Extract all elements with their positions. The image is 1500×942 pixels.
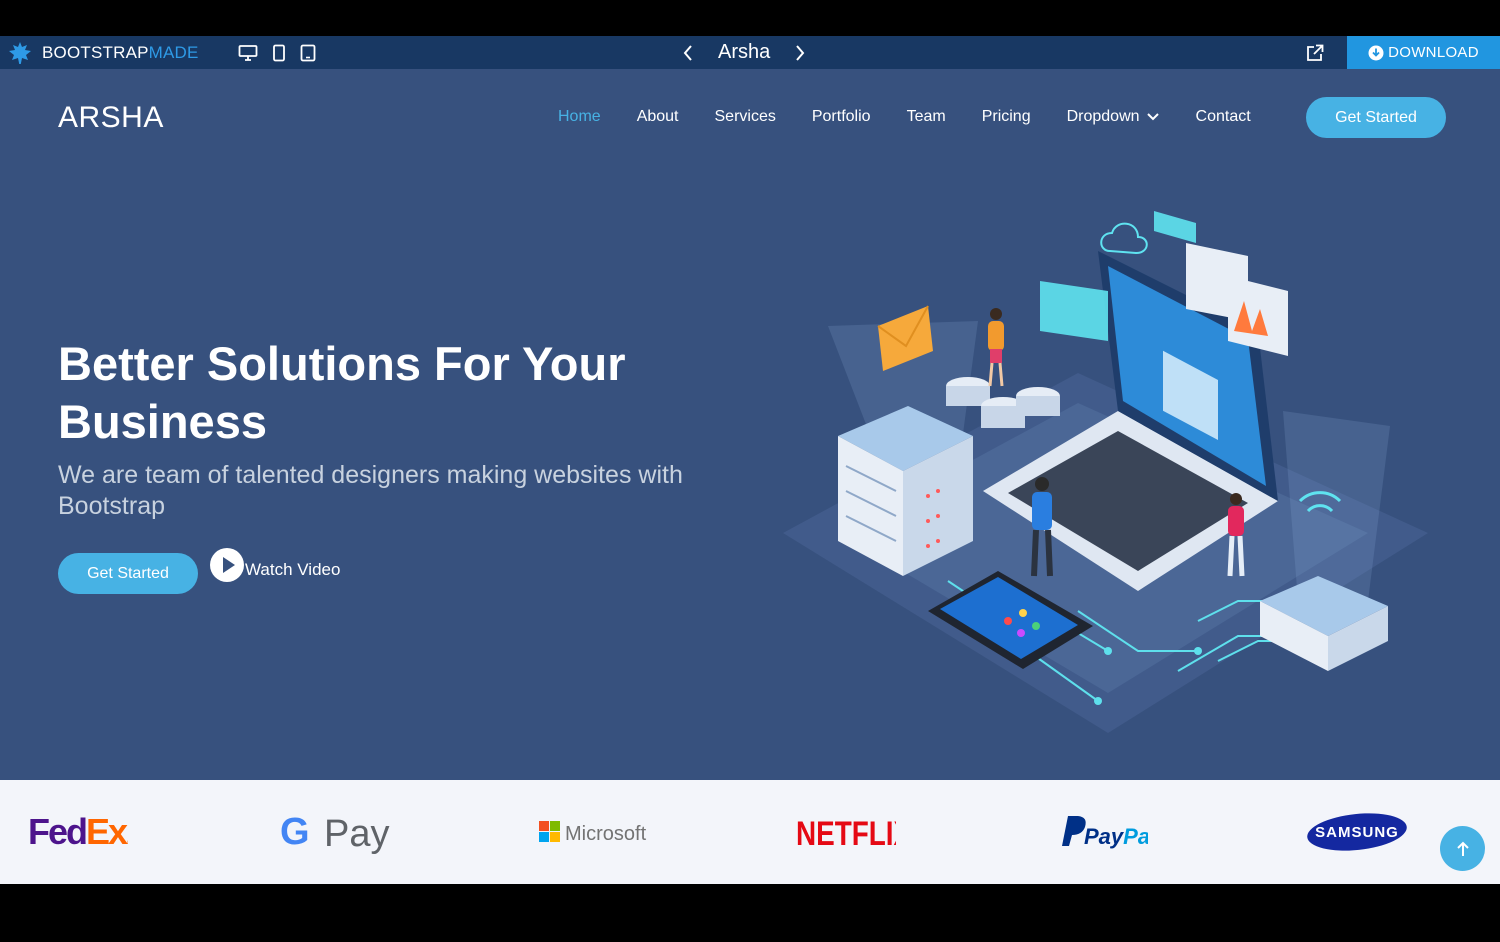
back-to-top-button[interactable] (1440, 826, 1485, 871)
samsung-text: SAMSUNG (1315, 824, 1399, 841)
svg-text:FedEx.: FedEx. (28, 812, 128, 852)
brand-text: BOOTSTRAPMADE (42, 43, 199, 63)
chevron-left-icon[interactable] (682, 44, 694, 62)
template-switcher: Arsha (682, 36, 806, 69)
fedex-ex-text: Ex (86, 812, 128, 852)
nav-home[interactable]: Home (558, 108, 601, 126)
brand-accent-text: MADE (148, 42, 199, 62)
fedex-logo: FedEx. (28, 812, 128, 852)
fedex-dot-text: . (126, 824, 128, 849)
client-logo-microsoft: Microsoft (538, 780, 648, 884)
nav-portfolio[interactable]: Portfolio (812, 108, 871, 126)
tablet-icon[interactable] (272, 44, 286, 62)
clients-section: FedEx. G Pay Microsoft NETFLIX PayPal (0, 780, 1500, 884)
template-title: Arsha (718, 41, 771, 63)
gpay-logo: G Pay (280, 811, 389, 855)
nav-about[interactable]: About (637, 108, 679, 126)
preview-bar: BOOTSTRAPMADE Arsha DOWNLOAD (0, 36, 1500, 69)
leaf-icon (9, 41, 31, 64)
gpay-pay-text: Pay (324, 813, 389, 855)
external-link-icon[interactable] (1305, 43, 1325, 63)
nav-dropdown[interactable]: Dropdown (1067, 108, 1160, 126)
person-female-top (988, 308, 1004, 387)
gpay-g-text: G (280, 811, 310, 853)
chevron-right-icon[interactable] (794, 44, 806, 62)
main-nav: Home About Services Portfolio Team Prici… (558, 96, 1287, 138)
phone-icon[interactable] (300, 44, 316, 62)
client-logo-gpay: G Pay (280, 780, 390, 884)
nav-team[interactable]: Team (907, 108, 946, 126)
download-icon (1368, 45, 1384, 60)
client-logo-fedex: FedEx. (28, 780, 128, 884)
hero-headline: Better Solutions For Your Business (58, 337, 626, 448)
brand-main-text: BOOTSTRAP (42, 42, 149, 62)
fedex-fed-text: Fed (28, 812, 86, 852)
header-get-started-button[interactable]: Get Started (1306, 97, 1446, 138)
hero-get-started-button[interactable]: Get Started (58, 553, 198, 594)
paypal-logo: PayPal (1062, 816, 1148, 849)
watch-video-link[interactable]: Watch Video (209, 547, 340, 583)
play-icon (210, 548, 244, 582)
paypal-pay-text: Pay (1084, 824, 1125, 849)
nav-services[interactable]: Services (715, 108, 776, 126)
microsoft-text: Microsoft (565, 823, 647, 845)
nav-dropdown-label: Dropdown (1066, 108, 1140, 125)
paypal-pal-text: Pal (1123, 824, 1148, 849)
download-button[interactable]: DOWNLOAD (1347, 36, 1500, 69)
desktop-icon[interactable] (238, 44, 258, 62)
nav-contact[interactable]: Contact (1196, 108, 1251, 126)
netflix-logo: NETFLIX (796, 814, 896, 852)
server-stack-left (838, 406, 973, 576)
samsung-logo: SAMSUNG (1307, 813, 1407, 851)
browser-frame: BOOTSTRAPMADE Arsha DOWNLOAD ARSHA Home … (0, 36, 1500, 884)
download-label: DOWNLOAD (1388, 44, 1479, 61)
netflix-text: NETFLIX (796, 814, 896, 852)
client-logo-paypal: PayPal (1058, 780, 1148, 884)
client-logo-samsung: SAMSUNG (1305, 780, 1409, 884)
hero-subheadline: We are team of talented designers making… (58, 461, 683, 520)
cloud-shape (1100, 222, 1148, 255)
arrow-up-icon (1456, 841, 1469, 856)
light-beam-right (1283, 411, 1390, 601)
site-logo[interactable]: ARSHA (58, 101, 164, 135)
device-switcher (238, 44, 316, 62)
chevron-down-icon (1146, 113, 1159, 121)
svg-text:PayPal: PayPal (1084, 824, 1148, 849)
microsoft-logo: Microsoft (539, 821, 647, 845)
nav-pricing[interactable]: Pricing (982, 108, 1031, 126)
watch-video-label: Watch Video (245, 560, 341, 579)
bootstrapmade-brand[interactable]: BOOTSTRAPMADE (8, 36, 199, 69)
client-logo-netflix: NETFLIX (796, 780, 896, 884)
hero-illustration (783, 211, 1428, 733)
hero-section: ARSHA Home About Services Portfolio Team… (0, 69, 1500, 780)
